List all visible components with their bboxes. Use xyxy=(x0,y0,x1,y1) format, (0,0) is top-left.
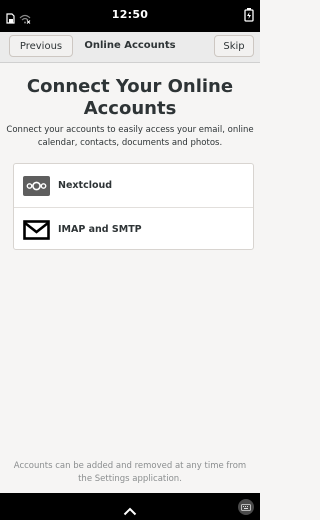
description-text: Connect your accounts to easily access y… xyxy=(6,125,254,148)
clock: 12:50 xyxy=(111,8,149,21)
status-bar: 12:50 xyxy=(0,0,260,32)
skip-button[interactable]: Skip xyxy=(214,35,254,57)
provider-row-nextcloud[interactable]: Nextcloud xyxy=(14,164,253,208)
chevron-up-icon[interactable] xyxy=(123,501,137,520)
navigation-bar xyxy=(0,493,260,520)
main-heading: Connect Your Online Accounts xyxy=(26,76,234,119)
nextcloud-icon xyxy=(23,175,50,197)
battery-charging-icon xyxy=(244,7,254,26)
provider-row-imap-smtp[interactable]: IMAP and SMTP xyxy=(14,208,253,251)
header-bar: Previous Online Accounts Skip xyxy=(0,32,260,63)
mail-envelope-icon xyxy=(23,219,50,241)
keyboard-icon[interactable] xyxy=(238,499,254,515)
provider-label: IMAP and SMTP xyxy=(58,224,142,235)
footer-note: Accounts can be added and removed at any… xyxy=(13,461,247,484)
provider-label: Nextcloud xyxy=(58,180,113,191)
provider-list: Nextcloud IMAP and SMTP xyxy=(13,163,254,250)
